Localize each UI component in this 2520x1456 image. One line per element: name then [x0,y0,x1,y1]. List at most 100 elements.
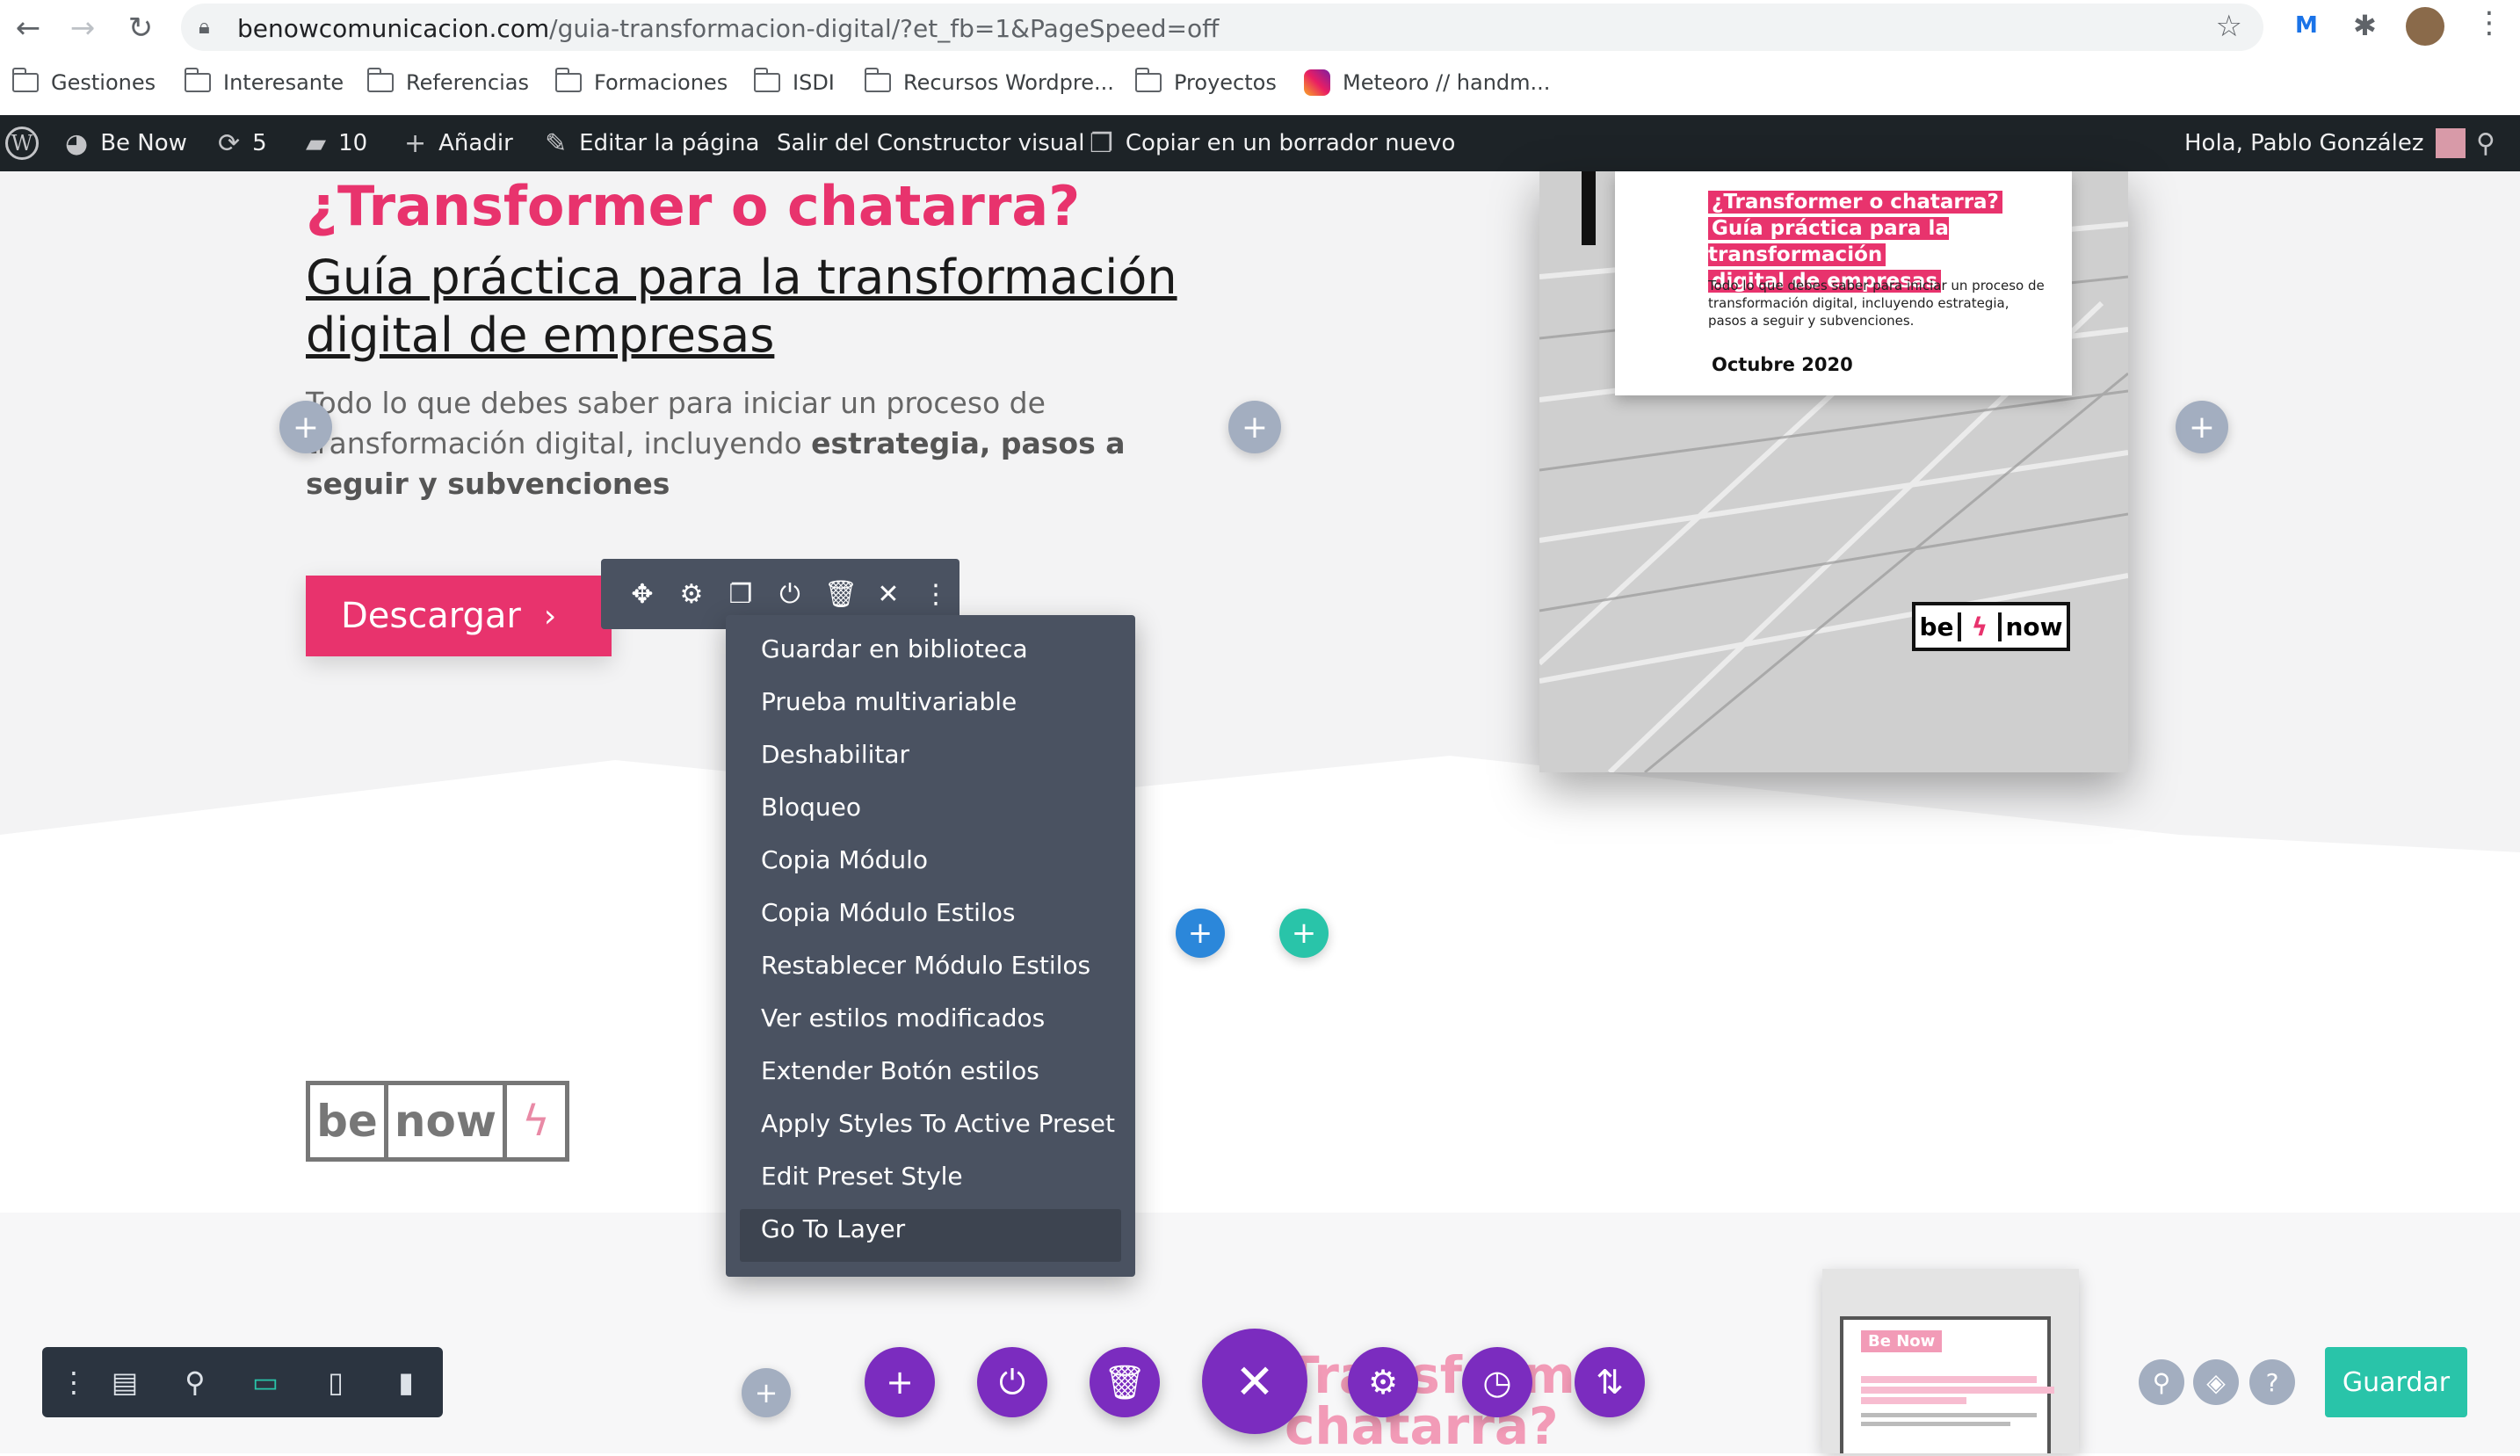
add-section-button[interactable]: + [1279,909,1329,958]
menu-kebab-icon[interactable]: ⋮ [2474,5,2504,40]
add-button[interactable]: + [865,1347,935,1417]
settings-kebab-icon[interactable]: ⋮ [60,1365,88,1399]
puzzle-icon[interactable]: ✱ [2353,9,2377,42]
trash-icon[interactable]: 🗑︎ [824,579,858,610]
menu-item-view-modified[interactable]: Ver estilos modificados [761,1003,1045,1032]
copy-to-draft[interactable]: ❐ Copiar en un borrador nuevo [1090,115,1455,171]
menu-item-copy-module[interactable]: Copia Módulo [761,845,928,874]
extension-m-icon[interactable]: M [2295,12,2318,39]
folder-icon [753,68,780,92]
wordpress-logo[interactable]: W [5,115,39,171]
bookmark-label: Formaciones [594,70,728,95]
close-builder-button[interactable]: ✕ [1202,1329,1307,1434]
bookmark-meteoro[interactable]: Meteoro // handm... [1304,65,1550,100]
save-button[interactable]: Guardar [2325,1347,2467,1417]
address-bar[interactable]: 🔒︎ benowcomunicacion.com/guia-transforma… [181,4,2263,51]
book-body: Todo lo que debes saber para iniciar un … [1708,278,2045,329]
url-path: /guia-transformacion-digital/?et_fb=1&Pa… [549,14,1220,43]
bookmark-proyectos[interactable]: Proyectos [1134,65,1277,100]
edit-page[interactable]: ✎ Editar la página [545,115,759,171]
hero-title: ¿Transformer o chatarra? [306,174,1081,238]
add-module-button[interactable]: + [1228,401,1281,453]
copy-icon: ❐ [1090,127,1113,159]
menu-item-reset-styles[interactable]: Restablecer Módulo Estilos [761,951,1090,980]
thumb-line [1861,1413,2037,1417]
add-new[interactable]: + Añadir [404,115,513,171]
menu-item-lock[interactable]: Bloqueo [761,793,861,822]
copy-label: Copiar en un borrador nuevo [1125,130,1456,156]
bookmark-recursos[interactable]: Recursos Wordpre... [864,65,1114,100]
book-title-line: ¿Transformer o chatarra? [1708,191,2002,214]
folder-icon [184,68,211,92]
search-icon[interactable]: ⚲ [2139,1359,2184,1405]
back-icon[interactable]: ← [7,7,49,49]
comments-count: 10 [338,130,368,156]
refresh-icon: ⟳ [218,127,241,159]
profile-avatar[interactable] [2406,7,2444,46]
thumb-line [1861,1387,2054,1394]
duplicate-icon[interactable]: ❐ [726,579,756,610]
bookmark-isdi[interactable]: ISDI [753,65,835,100]
chevron-right-icon: › [543,598,557,634]
updates[interactable]: ⟳ 5 [218,115,267,171]
menu-item-copy-styles[interactable]: Copia Módulo Estilos [761,898,1015,927]
download-button[interactable]: Descargar › [306,576,612,656]
ghost-title: Transforme chatarra? [1285,1350,1610,1452]
gear-icon[interactable]: ⚙ [677,579,706,610]
page-settings-icon[interactable]: ⚙ [1348,1347,1418,1417]
forward-icon[interactable]: → [62,7,104,49]
bookmark-label: Gestiones [51,70,156,95]
logo-be: be [1915,612,1961,641]
bookmark-referencias[interactable]: Referencias [366,65,529,100]
hero-description: Todo lo que debes saber para iniciar un … [306,383,1228,504]
save-to-library-icon[interactable]: ⏻ [775,579,805,610]
menu-item-extend-styles[interactable]: Extender Botón estilos [761,1056,1039,1085]
load-layout-icon[interactable]: ⏻ [977,1347,1047,1417]
bookmark-gestiones[interactable]: Gestiones [11,65,156,100]
desktop-icon[interactable]: ▭ [246,1365,285,1399]
site-name[interactable]: ◕ Be Now [65,115,187,171]
thumb-line [1861,1397,1966,1404]
more-kebab-icon[interactable]: ⋮ [923,579,949,610]
menu-item-disable[interactable]: Deshabilitar [761,740,909,769]
trash-icon[interactable]: 🗑︎ [1090,1347,1160,1417]
bookmark-label: Interesante [223,70,344,95]
layers-icon[interactable]: ◈ [2193,1359,2239,1405]
comments[interactable]: ▰ 10 [306,115,367,171]
zoom-icon[interactable]: ⚲ [176,1365,214,1399]
admin-search[interactable]: ⚲ [2476,115,2508,171]
menu-item-go-to-layer[interactable]: Go To Layer [761,1214,905,1243]
move-icon[interactable]: ✥ [627,579,657,610]
exit-visual-builder[interactable]: Salir del Constructor visual [777,115,1084,171]
tablet-icon[interactable]: ▯ [316,1365,355,1399]
phone-icon[interactable]: ▮ [387,1365,425,1399]
add-row-button[interactable]: + [1176,909,1225,958]
add-module-button[interactable]: + [742,1368,791,1417]
lightning-icon: ϟ [522,1097,550,1146]
portability-icon[interactable]: ⇅ [1575,1347,1645,1417]
menu-item-ab-test[interactable]: Prueba multivariable [761,687,1017,716]
folder-icon [1134,68,1162,92]
bookmark-interesante[interactable]: Interesante [184,65,344,100]
reload-icon[interactable]: ↻ [119,7,162,49]
user-avatar [2436,128,2466,158]
history-icon[interactable]: ◷ [1462,1347,1532,1417]
bookmark-label: Meteoro // handm... [1343,70,1551,95]
bookmark-formaciones[interactable]: Formaciones [554,65,728,100]
menu-item-apply-preset[interactable]: Apply Styles To Active Preset [761,1109,1115,1138]
wp-admin-bar: W ◕ Be Now ⟳ 5 ▰ 10 + Añadir ✎ Editar la pági… [0,115,2520,171]
edit-label: Editar la página [579,130,760,156]
folder-icon [11,68,39,92]
user-greeting[interactable]: Hola, Pablo González [2184,115,2466,171]
star-icon[interactable]: ☆ [2216,9,2242,44]
add-module-button[interactable]: + [2176,401,2228,453]
help-icon[interactable]: ? [2249,1359,2295,1405]
logo-be: be [310,1085,388,1157]
menu-item-edit-preset[interactable]: Edit Preset Style [761,1162,963,1191]
close-icon[interactable]: ✕ [873,579,903,610]
wireframe-icon[interactable]: ▤ [105,1365,144,1399]
add-module-button[interactable]: + [279,401,332,453]
menu-item-save-library[interactable]: Guardar en biblioteca [761,634,1028,663]
pencil-icon: ✎ [545,127,568,159]
add-label: Añadir [438,130,513,156]
